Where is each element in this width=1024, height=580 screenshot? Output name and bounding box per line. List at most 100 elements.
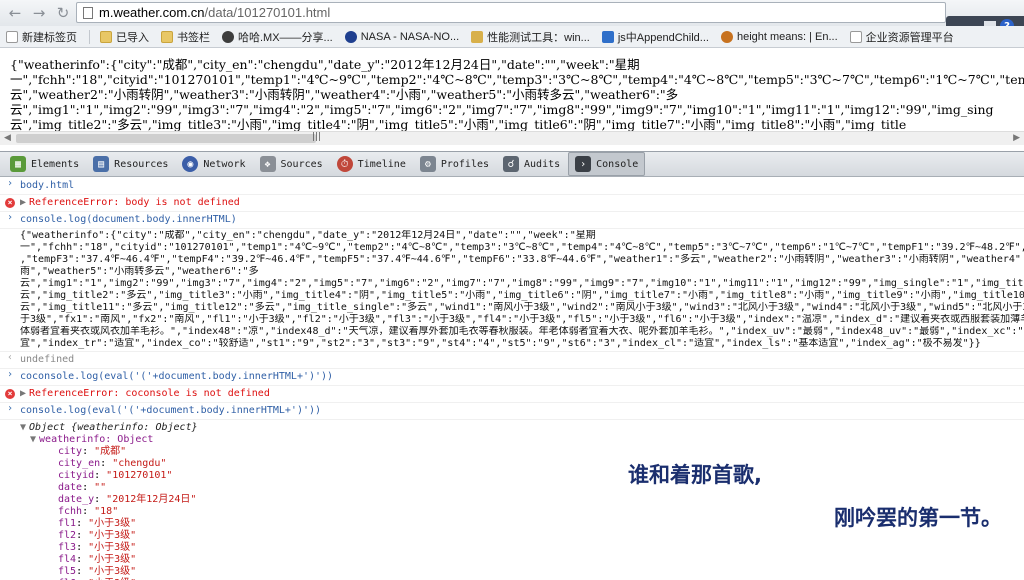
scroll-right-icon[interactable]: ▶ (1013, 133, 1020, 143)
property-value: "小于3级" (88, 554, 137, 565)
sources-icon: ❖ (259, 156, 276, 172)
folder-icon (161, 30, 173, 43)
subtitle-line-2: 刚吟罢的第一节。 (834, 506, 1002, 530)
subtitle-line-1: 谁和着那首歌, (628, 463, 762, 487)
weatherinfo-node[interactable]: ▼ weatherinfo: Object (20, 434, 1024, 446)
horizontal-scrollbar[interactable]: ◀ ||| ▶ (0, 131, 1024, 145)
profiles-icon: ⚙ (419, 156, 436, 172)
tab-elements[interactable]: ▦ Elements (4, 152, 85, 176)
property-value: "成都" (94, 446, 127, 457)
object-tree: ▼ Object {weatherinfo: Object} ▼ weatherin… (0, 420, 1024, 580)
bookmark-item[interactable]: NASA - NASA-NO... (344, 30, 460, 43)
forward-arrow-icon[interactable]: → (30, 4, 48, 22)
console-error-text: ReferenceError: coconsole is not defined (29, 388, 270, 399)
bookmark-item[interactable]: js中AppendChild... (601, 29, 709, 45)
bookmark-item[interactable]: 企业资源管理平台 (849, 29, 954, 45)
prompt-icon: › (7, 403, 14, 414)
scrollbar-thumb[interactable] (16, 134, 316, 143)
page-json-line: 一","fchh":"18","cityid":"101270101","tem… (10, 72, 1024, 87)
bookmark-label: 企业资源管理平台 (865, 31, 954, 44)
timeline-icon: ⏱ (336, 156, 353, 172)
site-icon (222, 30, 234, 43)
url-path: /data/101270101.html (204, 5, 331, 20)
property-key: fl5 (58, 566, 77, 577)
tab-audits[interactable]: ☌ Audits (497, 152, 566, 176)
console-output-line: 雨","weather5":"小雨转多云","weather6":"多 (20, 266, 259, 277)
network-icon: ◉ (182, 156, 199, 172)
console-output-line: 于3级","fx1":"南风","fx2":"南风","fl1":"小于3级",… (20, 314, 1024, 325)
tab-label: Network (203, 158, 246, 170)
console-return-value: ‹ undefined (0, 352, 1024, 369)
page-json-line: 云","img_title2":"多云","img_title3":"小雨","… (10, 117, 907, 132)
bookmark-item[interactable]: 新建标签页 (6, 29, 77, 45)
property-value: "小于3级" (88, 542, 137, 553)
console-error-line: × ▶ ReferenceError: coconsole is not defi… (0, 386, 1024, 403)
tab-timeline[interactable]: ⏱ Timeline (331, 152, 412, 176)
object-property: date: "" (58, 482, 107, 493)
devtools-tab-bar: ▦ Elements ▤ Resources ◉ Network ❖ Sourc… (0, 151, 1024, 177)
page-icon (6, 30, 18, 43)
audits-icon: ☌ (503, 156, 520, 172)
url-host: m.weather.com.cn (99, 5, 205, 20)
property-value: "小于3级" (88, 518, 137, 529)
console-output-block: {"weatherinfo":{"city":"成都","city_en":"c… (0, 229, 1024, 352)
property-value: "chengdu" (112, 458, 167, 469)
property-key: fl2 (58, 530, 77, 541)
error-icon: × (5, 198, 15, 208)
expand-triangle-icon[interactable]: ▶ (20, 197, 26, 208)
console-command: console.log(document.body.innerHTML) (20, 214, 237, 225)
property-value: "101270101" (106, 470, 173, 481)
bookmark-item[interactable]: 哈哈.MX——分享... (222, 29, 333, 45)
prompt-icon: › (7, 178, 14, 189)
bookmark-item[interactable]: 书签栏 (161, 29, 210, 45)
address-bar[interactable]: m.weather.com.cn/data/101270101.html (76, 2, 946, 23)
js-icon (601, 30, 614, 43)
bookmark-item[interactable]: height means: | En... (720, 30, 838, 43)
error-icon: × (5, 389, 15, 399)
property-value: "小于3级" (88, 530, 137, 541)
object-property: cityid: "101270101" (58, 470, 173, 481)
object-property: fl4: "小于3级" (58, 554, 137, 565)
bookmark-item[interactable]: 性能测试工具：win... (471, 29, 590, 45)
property-key: fl1 (58, 518, 77, 529)
console-output-line: 云","img_title11":"多云","img_title12":"多云"… (20, 302, 1024, 313)
page-icon (83, 6, 93, 19)
bookmark-label: height means: | En... (736, 30, 838, 43)
tab-label: Profiles (440, 158, 490, 170)
weatherinfo-label: weatherinfo: Object (39, 434, 154, 445)
tab-console[interactable]: › Console (568, 152, 646, 176)
object-property: city: "成都" (58, 446, 127, 457)
scroll-left-icon[interactable]: ◀ (4, 133, 11, 143)
property-value: "2012年12月24日" (106, 494, 197, 505)
site-icon (720, 30, 733, 43)
console-command: coconsole.log(eval('('+document.body.inn… (20, 371, 334, 382)
tab-label: Timeline (357, 158, 406, 170)
tab-network[interactable]: ◉ Network (176, 152, 251, 176)
tab-label: Console (596, 158, 639, 170)
tab-resources[interactable]: ▤ Resources (87, 152, 174, 176)
property-key: fl4 (58, 554, 77, 565)
console-icon: › (575, 156, 592, 172)
object-root[interactable]: ▼ Object {weatherinfo: Object} (20, 422, 1024, 434)
expand-triangle-icon[interactable]: ▶ (20, 388, 26, 399)
console-input-line: › console.log(eval('('+document.body.inn… (0, 403, 1024, 420)
browser-toolbar: ← → ↻ m.weather.com.cn/data/101270101.ht… (0, 0, 1024, 26)
tab-label: Audits (524, 158, 561, 170)
property-value: "18" (94, 506, 119, 517)
reload-icon[interactable]: ↻ (54, 4, 72, 22)
collapse-triangle-icon[interactable]: ▼ (20, 422, 26, 433)
bookmark-label: 哈哈.MX——分享... (238, 31, 333, 44)
property-key: city_en (58, 458, 101, 469)
console-error-text: ReferenceError: body is not defined (29, 197, 240, 208)
back-arrow-icon[interactable]: ← (6, 4, 24, 22)
page-json-line: {"weatherinfo":{"city":"成都","city_en":"c… (10, 57, 640, 72)
property-value: "" (94, 482, 107, 493)
page-icon (849, 30, 862, 43)
collapse-triangle-icon[interactable]: ▼ (30, 434, 36, 445)
object-property: fl5: "小于3级" (58, 566, 137, 577)
tab-label: Sources (280, 158, 323, 170)
bookmark-label: NASA - NASA-NO... (360, 30, 460, 43)
bookmark-item[interactable]: 已导入 (100, 29, 149, 45)
tab-sources[interactable]: ❖ Sources (254, 152, 329, 176)
tab-profiles[interactable]: ⚙ Profiles (414, 152, 495, 176)
